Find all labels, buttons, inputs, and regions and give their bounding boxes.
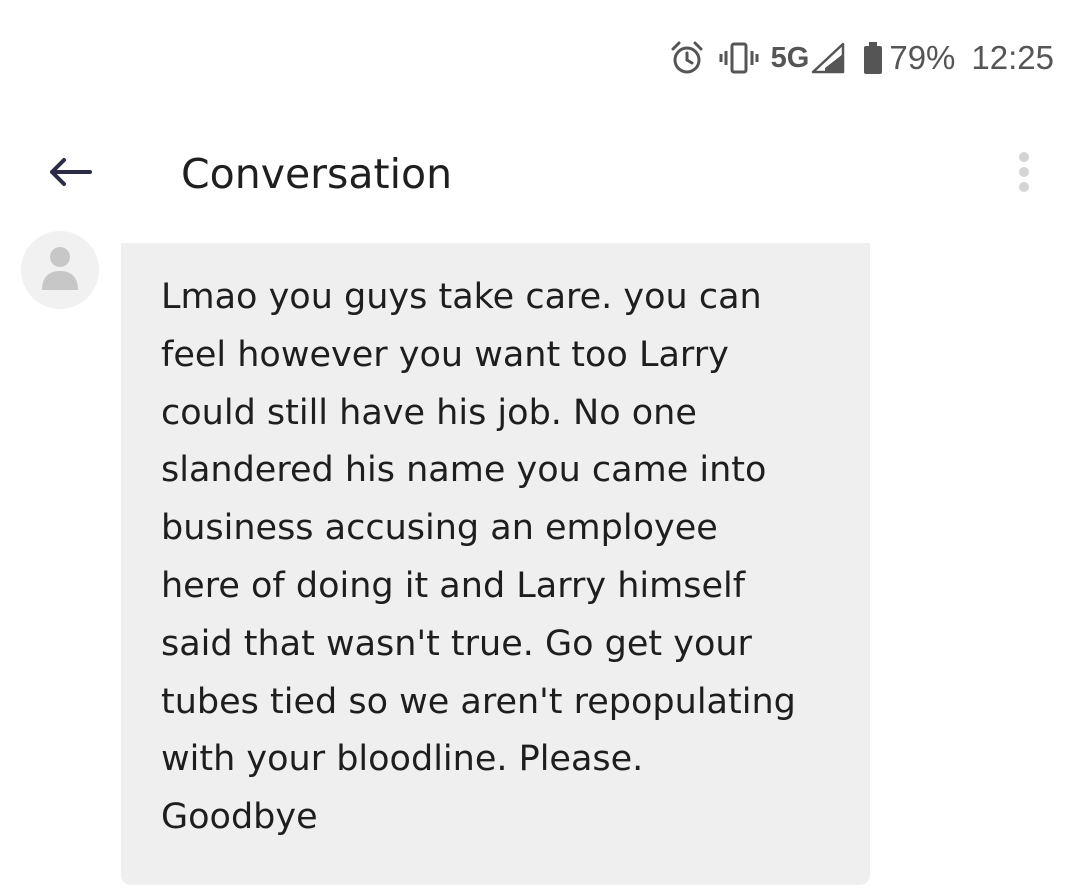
battery-percentage: 79% [889,39,956,76]
avatar[interactable] [21,231,99,309]
signal-icon [811,42,845,74]
network-type: 5G [770,41,810,74]
arrow-left-icon [47,156,93,192]
more-options-button[interactable] [1004,148,1044,200]
top-app-bar: Conversation [0,130,1080,218]
back-button[interactable] [40,150,100,198]
battery-icon [863,41,883,75]
vibrate-icon [719,41,759,75]
conversation-screen: 5G 79% 12:25 Conversation Lmao you guys … [0,0,1080,892]
message-bubble[interactable]: Lmao you guys take care. you can feel ho… [121,243,870,885]
alarm-icon [669,40,705,76]
status-bar: 5G 79% 12:25 [669,30,1054,86]
person-icon [40,244,80,296]
more-vertical-icon [1017,151,1031,197]
clock: 12:25 [971,39,1054,76]
page-title: Conversation [181,150,453,198]
message-text: Lmao you guys take care. you can feel ho… [161,277,796,838]
